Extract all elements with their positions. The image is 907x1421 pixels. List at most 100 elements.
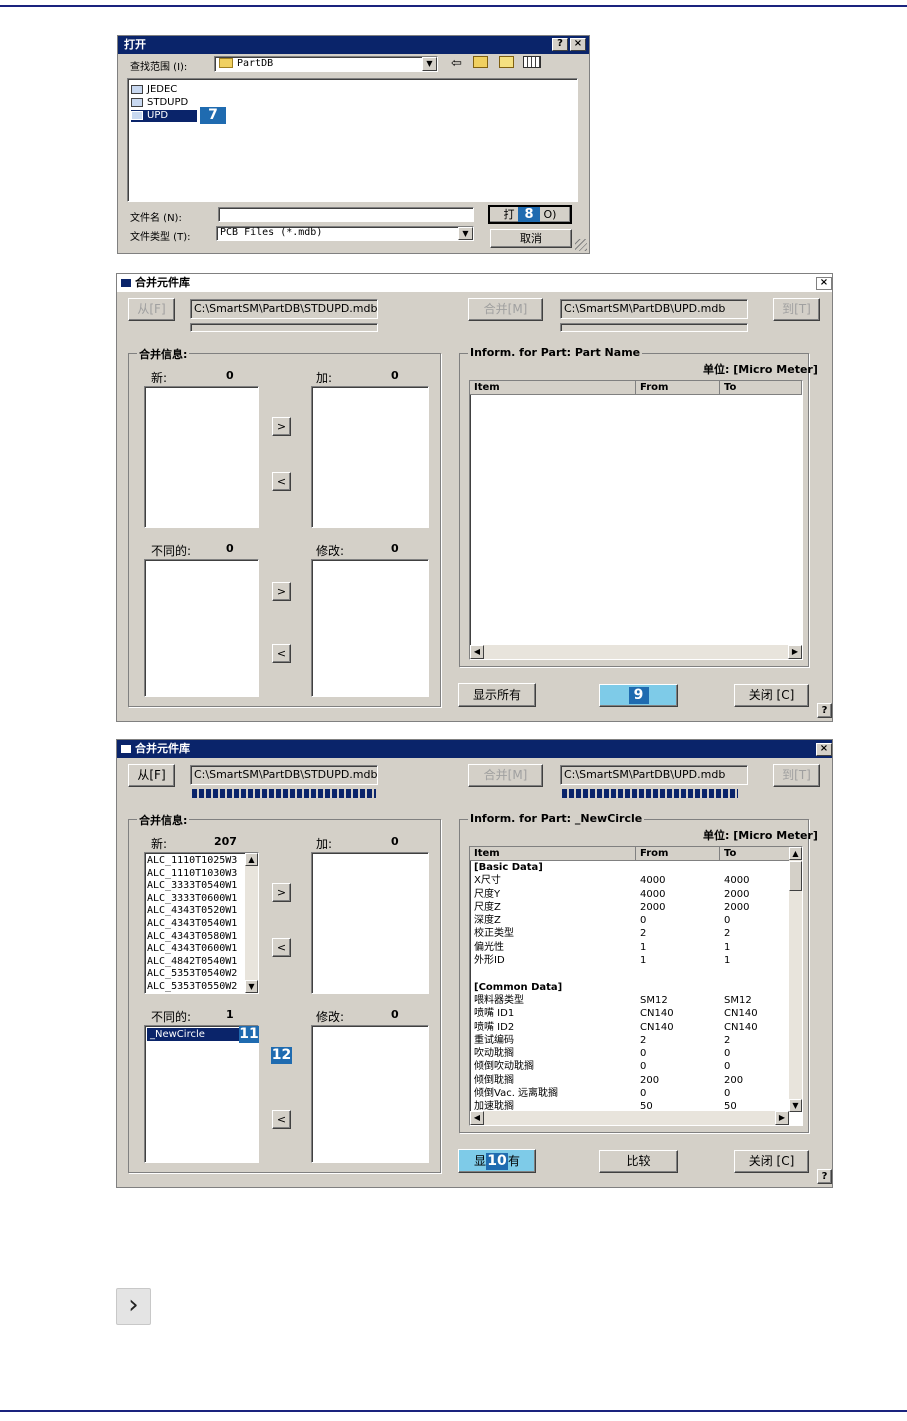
table-row[interactable]: 外形ID 1 1	[474, 954, 786, 967]
back-icon[interactable]: ⇦	[451, 56, 462, 71]
compare-button[interactable]: 9	[599, 684, 678, 707]
column-header-item[interactable]: Item	[470, 847, 636, 861]
cancel-button[interactable]: 取消	[490, 229, 572, 248]
table-row[interactable]: 深度Z 0 0	[474, 914, 786, 927]
list-item-selected[interactable]: _NewCircle	[147, 1028, 240, 1041]
horizontal-scrollbar[interactable]: ◀ ▶	[470, 1111, 789, 1125]
table-row[interactable]: [Basic Data]	[474, 861, 786, 874]
table-row[interactable]: 倾倒Vac. 远离耽搁 0 0	[474, 1087, 786, 1100]
diff-list[interactable]: _NewCircle 11	[144, 1025, 259, 1163]
list-item[interactable]: ALC_4343T0580W1	[145, 931, 243, 944]
new-list[interactable]	[144, 386, 259, 528]
vertical-scrollbar[interactable]: ▲ ▼	[245, 853, 258, 993]
to-button[interactable]: 到[T]	[773, 298, 820, 321]
new-list[interactable]: ALC_1110T1025W3 ALC_1110T1030W3 ALC_3333…	[144, 852, 259, 994]
list-item[interactable]: ALC_5353T0540W2	[145, 968, 243, 981]
list-item[interactable]: ALC_3333T0540W1	[145, 880, 243, 893]
help-icon[interactable]: ?	[552, 38, 568, 51]
up-folder-icon[interactable]	[473, 56, 488, 68]
move-left-button[interactable]: <	[272, 472, 291, 491]
column-header-to[interactable]: To	[720, 381, 802, 395]
folder-list[interactable]: JEDEC STDUPD UPD 7	[127, 78, 578, 202]
view-menu-icon[interactable]	[523, 56, 541, 68]
dropdown-arrow-icon[interactable]: ▼	[422, 57, 437, 71]
table-row[interactable]: 偏光性 1 1	[474, 941, 786, 954]
step-marker-12[interactable]: 12	[271, 1047, 292, 1064]
add-list[interactable]	[311, 852, 429, 994]
new-folder-icon[interactable]	[499, 56, 514, 68]
column-header-to[interactable]: To	[720, 847, 790, 861]
table-row[interactable]: 校正类型 2 2	[474, 927, 786, 940]
move-left-button[interactable]: <	[272, 938, 291, 957]
compare-button[interactable]: 比较	[599, 1150, 678, 1173]
move-left-button[interactable]: <	[272, 1110, 291, 1129]
scroll-left-icon[interactable]: ◀	[470, 645, 484, 659]
table-row[interactable]: 喷嘴 ID1 CN140 CN140	[474, 1007, 786, 1020]
to-button[interactable]: 到[T]	[773, 764, 820, 787]
list-item[interactable]: ALC_3333T0600W1	[145, 893, 243, 906]
table-row[interactable]: 倾倒吹动耽搁 0 0	[474, 1060, 786, 1073]
move-right-button[interactable]: >	[272, 417, 291, 436]
add-list[interactable]	[311, 386, 429, 528]
list-item[interactable]: ALC_4343T0600W1	[145, 943, 243, 956]
filetype-select[interactable]: PCB Files (*.mdb) ▼	[216, 226, 474, 241]
scroll-right-icon[interactable]: ▶	[775, 1111, 789, 1125]
table-row[interactable]: 重试编码 2 2	[474, 1034, 786, 1047]
help-icon[interactable]: ?	[817, 703, 832, 718]
open-button[interactable]: 打 8 O)	[488, 205, 572, 224]
column-header-item[interactable]: Item	[470, 381, 636, 395]
vertical-scrollbar[interactable]: ▲ ▼	[789, 847, 802, 1112]
table-row[interactable]: 喷嘴 ID2 CN140 CN140	[474, 1021, 786, 1034]
list-item[interactable]: ALC_5353T0550W2	[145, 981, 243, 993]
show-all-button[interactable]: 显示所有	[458, 683, 536, 707]
table-row[interactable]	[474, 967, 786, 980]
filename-input[interactable]	[218, 207, 474, 222]
modify-list[interactable]	[311, 559, 429, 697]
column-header-from[interactable]: From	[636, 847, 720, 861]
close-icon[interactable]: ×	[570, 38, 586, 51]
scroll-down-icon[interactable]: ▼	[789, 1099, 802, 1112]
inform-table[interactable]: Item From To [Basic Data] X尺寸 4000 4000 尺度Y 4…	[469, 846, 803, 1126]
merge-button[interactable]: 合并[M]	[468, 764, 543, 787]
scroll-right-icon[interactable]: ▶	[788, 645, 802, 659]
table-row[interactable]: 加速耽搁 50 50	[474, 1100, 786, 1110]
show-all-button[interactable]: 显10有	[458, 1149, 536, 1173]
list-item[interactable]: ALC_4343T0540W1	[145, 918, 243, 931]
diff-list[interactable]	[144, 559, 259, 697]
table-row[interactable]: 吹动耽搁 0 0	[474, 1047, 786, 1060]
resize-grip-icon[interactable]	[575, 239, 587, 251]
move-right-button[interactable]: >	[272, 582, 291, 601]
from-button[interactable]: 从[F]	[128, 298, 175, 321]
list-item[interactable]: ALC_1110T1030W3	[145, 868, 243, 881]
scroll-left-icon[interactable]: ◀	[470, 1111, 484, 1125]
close-icon[interactable]: ×	[816, 277, 832, 290]
table-row[interactable]: [Common Data]	[474, 981, 786, 994]
move-left-button[interactable]: <	[272, 644, 291, 663]
modify-list[interactable]	[311, 1025, 429, 1163]
table-row[interactable]: 尺度Z 2000 2000	[474, 901, 786, 914]
close-button[interactable]: 关闭 [C]	[734, 684, 809, 707]
list-item[interactable]: ALC_4842T0540W1	[145, 956, 243, 969]
dropdown-arrow-icon[interactable]: ▼	[458, 227, 473, 240]
merge-button[interactable]: 合并[M]	[468, 298, 543, 321]
scroll-up-icon[interactable]: ▲	[245, 853, 258, 866]
inform-table[interactable]: Item From To ◀ ▶	[469, 380, 803, 660]
scroll-up-icon[interactable]: ▲	[789, 847, 802, 860]
close-icon[interactable]: ×	[816, 743, 832, 756]
folder-item-upd[interactable]: UPD	[131, 110, 197, 122]
table-row[interactable]: 倾倒耽搁 200 200	[474, 1074, 786, 1087]
close-button[interactable]: 关闭 [C]	[734, 1150, 809, 1173]
column-header-from[interactable]: From	[636, 381, 720, 395]
scroll-down-icon[interactable]: ▼	[245, 980, 258, 993]
horizontal-scrollbar[interactable]: ◀ ▶	[470, 645, 802, 659]
list-item[interactable]: ALC_4343T0520W1	[145, 905, 243, 918]
help-icon[interactable]: ?	[817, 1169, 832, 1184]
move-right-button[interactable]: >	[272, 883, 291, 902]
table-row[interactable]: X尺寸 4000 4000	[474, 874, 786, 887]
scroll-thumb[interactable]	[789, 861, 802, 891]
look-in-select[interactable]: PartDB ▼	[214, 56, 438, 72]
from-button[interactable]: 从[F]	[128, 764, 175, 787]
list-item[interactable]: ALC_1110T1025W3	[145, 855, 243, 868]
table-row[interactable]: 尺度Y 4000 2000	[474, 888, 786, 901]
table-row[interactable]: 喂料器类型 SM12 SM12	[474, 994, 786, 1007]
